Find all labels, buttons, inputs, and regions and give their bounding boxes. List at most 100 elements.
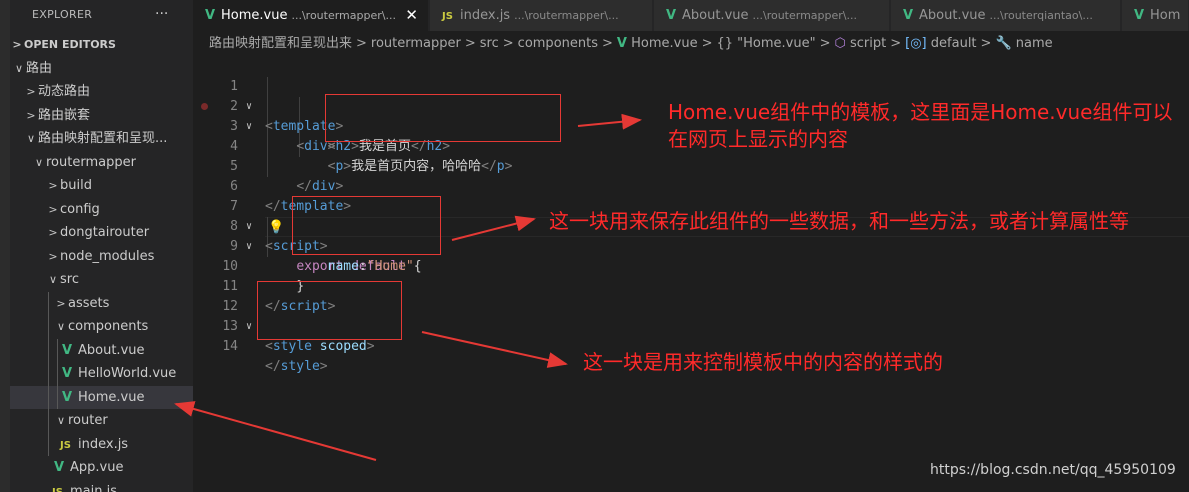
- chevron-right-icon: >: [48, 226, 58, 239]
- code-line: 9 name:"Home": [230, 239, 414, 274]
- breadcrumb-item[interactable]: 路由映射配置和呈现出来: [209, 36, 352, 51]
- fold-icon[interactable]: ∨: [246, 317, 252, 337]
- chevron-right-icon: >: [48, 179, 58, 192]
- vue-file-icon: V: [903, 8, 914, 23]
- explorer-sidebar: EXPLORER ··· > OPEN EDITORS ∨ 路由 > 动态路由 > 路由…: [0, 0, 193, 492]
- tree-item-qiantao[interactable]: > 路由嵌套: [10, 104, 193, 127]
- vue-file-icon: V: [62, 343, 73, 358]
- code-line: 14 </style>: [222, 339, 328, 374]
- activity-bar: [0, 0, 10, 492]
- open-editors-section[interactable]: > OPEN EDITORS: [10, 33, 193, 56]
- fold-icon[interactable]: ∨: [246, 117, 252, 137]
- tree-item-config[interactable]: > config: [10, 198, 193, 221]
- breadcrumb-item[interactable]: components: [518, 36, 598, 51]
- breadcrumb-default[interactable]: default: [931, 36, 977, 51]
- code-line: 1 ∨ <template>: [230, 79, 344, 134]
- lightbulb-icon[interactable]: 💡: [268, 220, 284, 235]
- tree-item-luyou[interactable]: ∨ 路由: [10, 57, 193, 80]
- symbol-field-icon: [◎]: [905, 36, 927, 51]
- fold-icon[interactable]: ∨: [246, 217, 252, 237]
- tree-item-src[interactable]: ∨ src: [10, 268, 193, 291]
- tree-item-main-js[interactable]: JSmain.js: [10, 480, 193, 492]
- tab-about-vue-qiantao[interactable]: V About.vue ...\routerqiantao\...: [891, 0, 1121, 31]
- template-annotation: Home.vue组件中的模板，这里面是Home.vue组件可以在网页上显示的内容: [668, 100, 1173, 151]
- chevron-right-icon: >: [48, 250, 58, 263]
- vue-file-icon: V: [205, 8, 216, 23]
- tab-index-js[interactable]: JS index.js ...\routermapper\...: [430, 0, 653, 31]
- breadcrumb-item[interactable]: src: [480, 36, 499, 51]
- tree-indent-guide: [57, 339, 58, 409]
- tree-item-dongtairouter[interactable]: > dongtairouter: [10, 221, 193, 244]
- fold-icon[interactable]: ∨: [246, 97, 252, 117]
- tree-item-node-modules[interactable]: > node_modules: [10, 245, 193, 268]
- breadcrumb-component[interactable]: "Home.vue": [737, 36, 815, 51]
- breadcrumb-file[interactable]: Home.vue: [631, 36, 697, 51]
- tree-item-assets[interactable]: > assets: [10, 292, 193, 315]
- code-line: 2 ∨ <div>: [230, 99, 336, 154]
- code-line: 5 </div>: [230, 159, 344, 194]
- code-line: 13: [222, 319, 238, 334]
- template-highlight-box: [325, 94, 561, 142]
- vue-file-icon: V: [62, 390, 73, 405]
- code-line: 3 <h2>我是首页</h2>: [230, 119, 451, 154]
- tab-about-vue[interactable]: V About.vue ...\routermapper\...: [654, 0, 890, 31]
- tree-item-router[interactable]: ∨ router: [10, 409, 193, 432]
- watermark: https://blog.csdn.net/qq_45950109: [930, 462, 1176, 478]
- vue-file-icon: V: [616, 36, 627, 51]
- chevron-right-icon: >: [26, 109, 36, 122]
- code-line: 4 <p>我是首页内容，哈哈哈</p>: [230, 139, 513, 174]
- js-file-icon: JS: [60, 440, 71, 451]
- tree-item-about-vue[interactable]: V About.vue: [10, 339, 193, 362]
- explorer-header: EXPLORER: [32, 8, 93, 21]
- code-line: 11 </script>: [222, 279, 336, 314]
- chevron-right-icon: >: [48, 203, 58, 216]
- chevron-down-icon: ∨: [14, 62, 24, 75]
- tab-home-vue[interactable]: V Home.vue ...\routermapper\... ✕: [193, 0, 429, 31]
- braces-icon: {}: [716, 36, 734, 51]
- tree-item-build[interactable]: > build: [10, 174, 193, 197]
- vue-file-icon: V: [1134, 8, 1145, 23]
- fold-icon[interactable]: ∨: [246, 237, 252, 257]
- chevron-down-icon: ∨: [56, 414, 66, 427]
- tree-item-helloworld-vue[interactable]: V HelloWorld.vue: [10, 362, 193, 385]
- chevron-right-icon: >: [26, 85, 36, 98]
- more-actions-icon[interactable]: ···: [155, 0, 168, 30]
- vue-file-icon: V: [54, 460, 65, 475]
- code-line: 8 ∨ export default {: [230, 219, 422, 274]
- js-file-icon: JS: [442, 11, 453, 22]
- script-annotation: 这一块用来保存此组件的一些数据，和一些方法，或者计算属性等: [549, 209, 1129, 233]
- chevron-down-icon: ∨: [34, 156, 44, 169]
- chevron-down-icon: ∨: [26, 132, 36, 145]
- tree-item-index-js[interactable]: JS index.js: [10, 433, 193, 456]
- js-file-icon: JS: [52, 481, 70, 492]
- wrench-icon: 🔧: [995, 36, 1012, 51]
- vue-file-icon: V: [666, 8, 677, 23]
- breadcrumb: 路由映射配置和呈现出来 > routermapper > src > components >…: [209, 36, 1053, 51]
- tab-home-partial[interactable]: V Hom: [1122, 0, 1189, 31]
- breadcrumb-item[interactable]: routermapper: [371, 36, 461, 51]
- chevron-down-icon: ∨: [48, 273, 58, 286]
- script-highlight-box: [292, 196, 441, 255]
- style-highlight-box: [257, 281, 402, 340]
- vue-file-icon: V: [62, 366, 73, 381]
- style-annotation: 这一块是用来控制模板中的内容的样式的: [583, 350, 943, 374]
- close-icon[interactable]: ✕: [405, 0, 418, 31]
- tree-item-home-vue[interactable]: V Home.vue: [10, 386, 193, 409]
- code-line: 7 ∨ <script>: [230, 199, 328, 254]
- tree-item-dongtai[interactable]: > 动态路由: [10, 80, 193, 103]
- breadcrumb-name[interactable]: name: [1016, 36, 1053, 51]
- tree-item-app-vue[interactable]: V App.vue: [10, 456, 193, 479]
- code-line: 10 }: [222, 259, 305, 294]
- breadcrumb-script[interactable]: script: [850, 36, 886, 51]
- tree-item-routermapper[interactable]: ∨ routermapper: [10, 151, 193, 174]
- cube-icon: ⬡: [834, 36, 846, 51]
- chevron-right-icon: >: [12, 38, 22, 51]
- code-line: 6 </template>: [230, 179, 352, 214]
- chevron-right-icon: >: [56, 297, 66, 310]
- tree-item-components[interactable]: ∨ components: [10, 315, 193, 338]
- editor-tabs: V Home.vue ...\routermapper\... ✕ JS index.…: [193, 0, 1189, 31]
- chevron-down-icon: ∨: [56, 320, 66, 333]
- code-line: 12 ∨ <style scoped>: [222, 299, 375, 354]
- tree-indent-guide: [48, 292, 49, 456]
- tree-item-yingshe[interactable]: ∨ 路由映射配置和呈现...: [10, 127, 193, 150]
